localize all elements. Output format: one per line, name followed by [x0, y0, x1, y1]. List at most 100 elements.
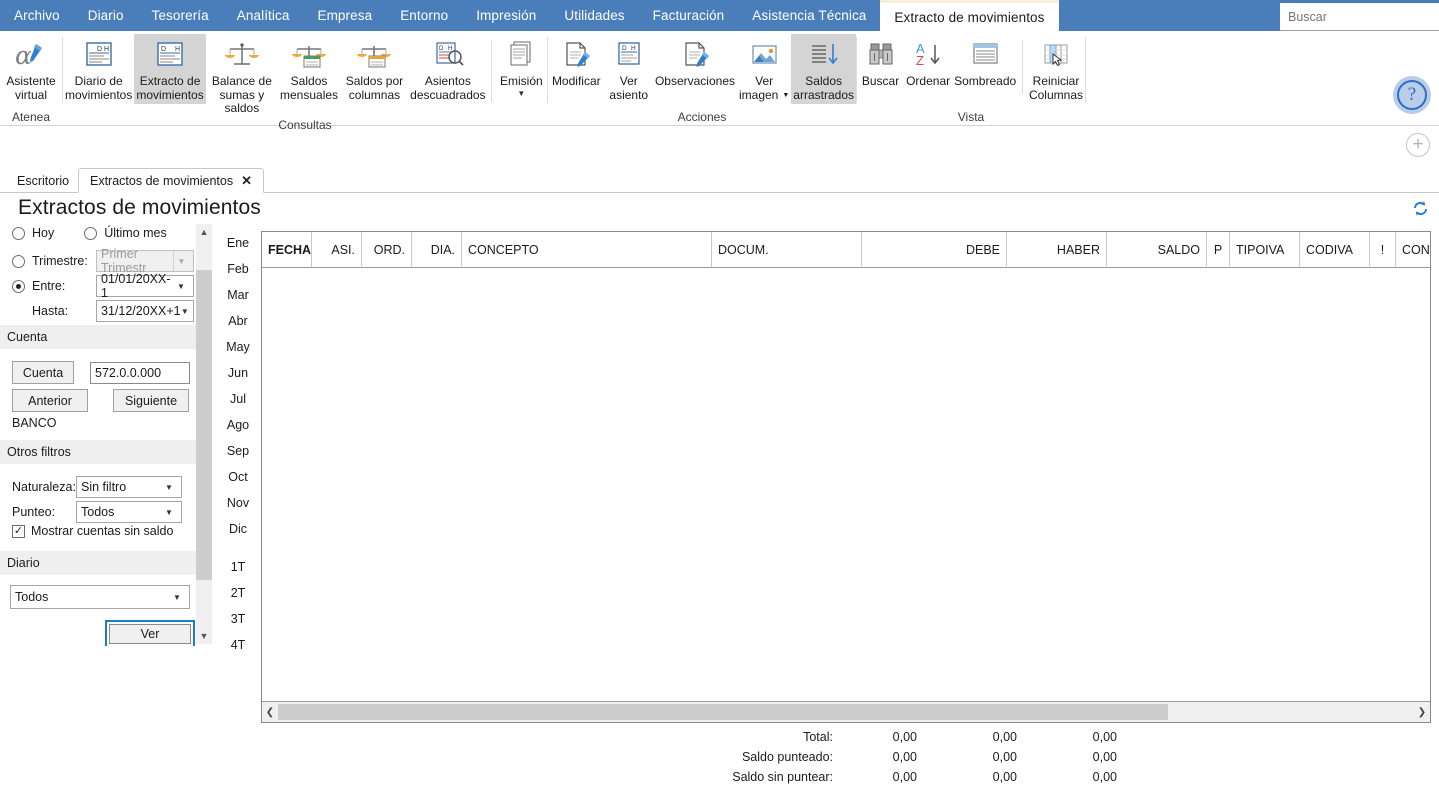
ribbon-button-observaciones[interactable]: Observaciones: [653, 34, 737, 104]
month-nov[interactable]: Nov: [227, 490, 249, 516]
ribbon-tab-entorno[interactable]: Entorno: [386, 0, 462, 31]
radio-hoy[interactable]: [12, 226, 25, 240]
mostrar-cuentas-row[interactable]: ✓ Mostrar cuentas sin saldo: [12, 524, 196, 538]
month-jun[interactable]: Jun: [228, 360, 248, 386]
month-ene[interactable]: Ene: [227, 230, 249, 256]
grid-column-haber[interactable]: HABER: [1007, 232, 1107, 268]
punteo-select[interactable]: Todos ▼: [76, 501, 182, 523]
quarter-1t[interactable]: 1T: [231, 554, 246, 580]
grid-column-fecha[interactable]: FECHA: [262, 232, 312, 268]
doctab-extractos-de-movimientos[interactable]: Extractos de movimientos ✕: [78, 168, 265, 193]
chevron-down-icon[interactable]: ▼: [181, 301, 189, 321]
grid-column-docum[interactable]: DOCUM.: [712, 232, 862, 268]
month-jul[interactable]: Jul: [230, 386, 246, 412]
scroll-left-icon[interactable]: ❮: [262, 702, 278, 722]
chevron-down-icon[interactable]: ▼: [173, 276, 189, 296]
grid-column-p[interactable]: P: [1207, 232, 1230, 268]
ribbon-tab-utilidades[interactable]: Utilidades: [550, 0, 638, 31]
grid-column-tipoiva[interactable]: TIPOIVA: [1230, 232, 1300, 268]
grid-column-contrapart[interactable]: CONTRAPART: [1396, 232, 1430, 268]
month-sep[interactable]: Sep: [227, 438, 249, 464]
quarter-3t[interactable]: 3T: [231, 606, 246, 632]
ribbon-tab-diario[interactable]: Diario: [74, 0, 138, 31]
quarter-2t[interactable]: 2T: [231, 580, 246, 606]
ribbon-tab-extracto-de-movimientos[interactable]: Extracto de movimientos: [880, 0, 1059, 31]
search-box[interactable]: [1280, 3, 1439, 31]
scrollbar-thumb[interactable]: [196, 270, 212, 580]
ribbon-tab-facturacion[interactable]: Facturación: [639, 0, 739, 31]
grid-column-saldo[interactable]: SALDO: [1107, 232, 1207, 268]
ver-button[interactable]: Ver: [109, 624, 191, 644]
month-may[interactable]: May: [226, 334, 250, 360]
diario-select[interactable]: Todos ▼: [10, 585, 190, 609]
ribbon-button-sombreado[interactable]: Sombreado: [952, 34, 1018, 104]
hscroll-thumb[interactable]: [278, 704, 1168, 720]
ribbon-button-asientos-descuadrados[interactable]: D H Asientos descuadrados: [409, 34, 487, 104]
scroll-right-icon[interactable]: ❯: [1414, 702, 1430, 722]
ribbon-tab-analitica[interactable]: Analítica: [223, 0, 304, 31]
help-button[interactable]: ?: [1393, 76, 1431, 114]
naturaleza-select[interactable]: Sin filtro ▼: [76, 476, 182, 498]
ribbon-tab-asistencia-tecnica[interactable]: Asistencia Técnica: [738, 0, 880, 31]
cuenta-button[interactable]: Cuenta: [12, 361, 74, 384]
grid-column-concepto[interactable]: CONCEPTO: [462, 232, 712, 268]
ribbon-button-modificar[interactable]: Modificar: [548, 34, 605, 104]
scroll-down-icon[interactable]: ▼: [196, 628, 212, 644]
plus-circle-icon[interactable]: +: [1406, 133, 1430, 157]
ribbon-button-ver-imagen[interactable]: Ver imagen ▼: [737, 34, 791, 104]
chevron-down-icon[interactable]: ▼: [161, 477, 177, 497]
search-input[interactable]: [1280, 9, 1439, 24]
cuenta-input[interactable]: 572.0.0.000: [90, 361, 190, 384]
month-abr[interactable]: Abr: [228, 308, 247, 334]
grid-body[interactable]: [262, 268, 1430, 702]
grid-column-exclamation[interactable]: !: [1370, 232, 1396, 268]
radio-trimestre[interactable]: [12, 254, 25, 268]
grid-column-ord[interactable]: ORD.: [362, 232, 412, 268]
ribbon-button-asistente-virtual[interactable]: α Asistente virtual: [0, 34, 62, 104]
ribbon-button-extracto-movimientos[interactable]: D H Extracto de movimientos: [134, 34, 206, 104]
grid-horizontal-scrollbar[interactable]: ❮ ❯: [262, 702, 1430, 722]
ribbon-tab-tesoreria[interactable]: Tesorería: [138, 0, 223, 31]
chevron-down-icon[interactable]: ▼: [517, 89, 525, 98]
chevron-down-icon[interactable]: ▼: [169, 587, 185, 607]
month-ago[interactable]: Ago: [227, 412, 249, 438]
grid-column-debe[interactable]: DEBE: [862, 232, 1007, 268]
ribbon-button-saldos-mensuales[interactable]: Saldos mensuales: [278, 34, 340, 104]
ribbon-button-reiniciar-columnas[interactable]: Reiniciar Columnas: [1027, 34, 1085, 104]
filter-panel-scrollbar[interactable]: ▲ ▼: [196, 224, 212, 644]
siguiente-button[interactable]: Siguiente: [113, 389, 189, 412]
month-dic[interactable]: Dic: [229, 516, 247, 542]
ribbon-tab-impresion[interactable]: Impresión: [462, 0, 550, 31]
ribbon-button-buscar[interactable]: Buscar: [857, 34, 904, 104]
close-icon[interactable]: ✕: [241, 173, 252, 189]
grid-column-dia[interactable]: DIA.: [412, 232, 462, 268]
chevron-down-icon[interactable]: ▼: [782, 89, 789, 103]
hasta-date-input[interactable]: 31/12/20XX+1 ▼: [96, 300, 194, 322]
scroll-up-icon[interactable]: ▲: [196, 224, 212, 240]
month-oct[interactable]: Oct: [228, 464, 247, 490]
month-mar[interactable]: Mar: [227, 282, 249, 308]
entre-date-input[interactable]: 01/01/20XX-1 ▼: [96, 272, 194, 300]
month-feb[interactable]: Feb: [227, 256, 249, 282]
grid-column-asi[interactable]: ASI.: [312, 232, 362, 268]
hscroll-track[interactable]: [278, 704, 1414, 720]
ribbon-button-balance-sumas-saldos[interactable]: Balance de sumas y saldos: [206, 34, 278, 116]
ribbon-tab-empresa[interactable]: Empresa: [303, 0, 386, 31]
ribbon-button-diario-movimientos[interactable]: D H Diario de movimientos: [63, 34, 134, 104]
ribbon-button-saldos-por-columnas[interactable]: Saldos por columnas: [340, 34, 409, 104]
doctab-escritorio[interactable]: Escritorio: [6, 168, 80, 193]
radio-entre[interactable]: [12, 279, 25, 293]
ribbon-button-ver-asiento[interactable]: D H Ver asiento: [605, 34, 653, 104]
chevron-down-icon[interactable]: ▼: [161, 502, 177, 522]
sort-az-icon: A Z: [911, 38, 945, 72]
ribbon-tab-archivo[interactable]: Archivo: [0, 0, 74, 31]
radio-ultimo-mes[interactable]: [84, 226, 98, 240]
refresh-icon[interactable]: [1412, 200, 1429, 222]
anterior-button[interactable]: Anterior: [12, 389, 88, 412]
checkbox-mostrar-cuentas-sin-saldo[interactable]: ✓: [12, 524, 25, 538]
ribbon-button-emision[interactable]: Emisión ▼: [496, 34, 547, 104]
ribbon-button-saldos-arrastrados[interactable]: Saldos arrastrados: [791, 34, 856, 104]
ribbon-button-ordenar[interactable]: A Z Ordenar: [904, 34, 952, 104]
quarter-4t[interactable]: 4T: [231, 632, 246, 658]
grid-column-codiva[interactable]: CODIVA: [1300, 232, 1370, 268]
